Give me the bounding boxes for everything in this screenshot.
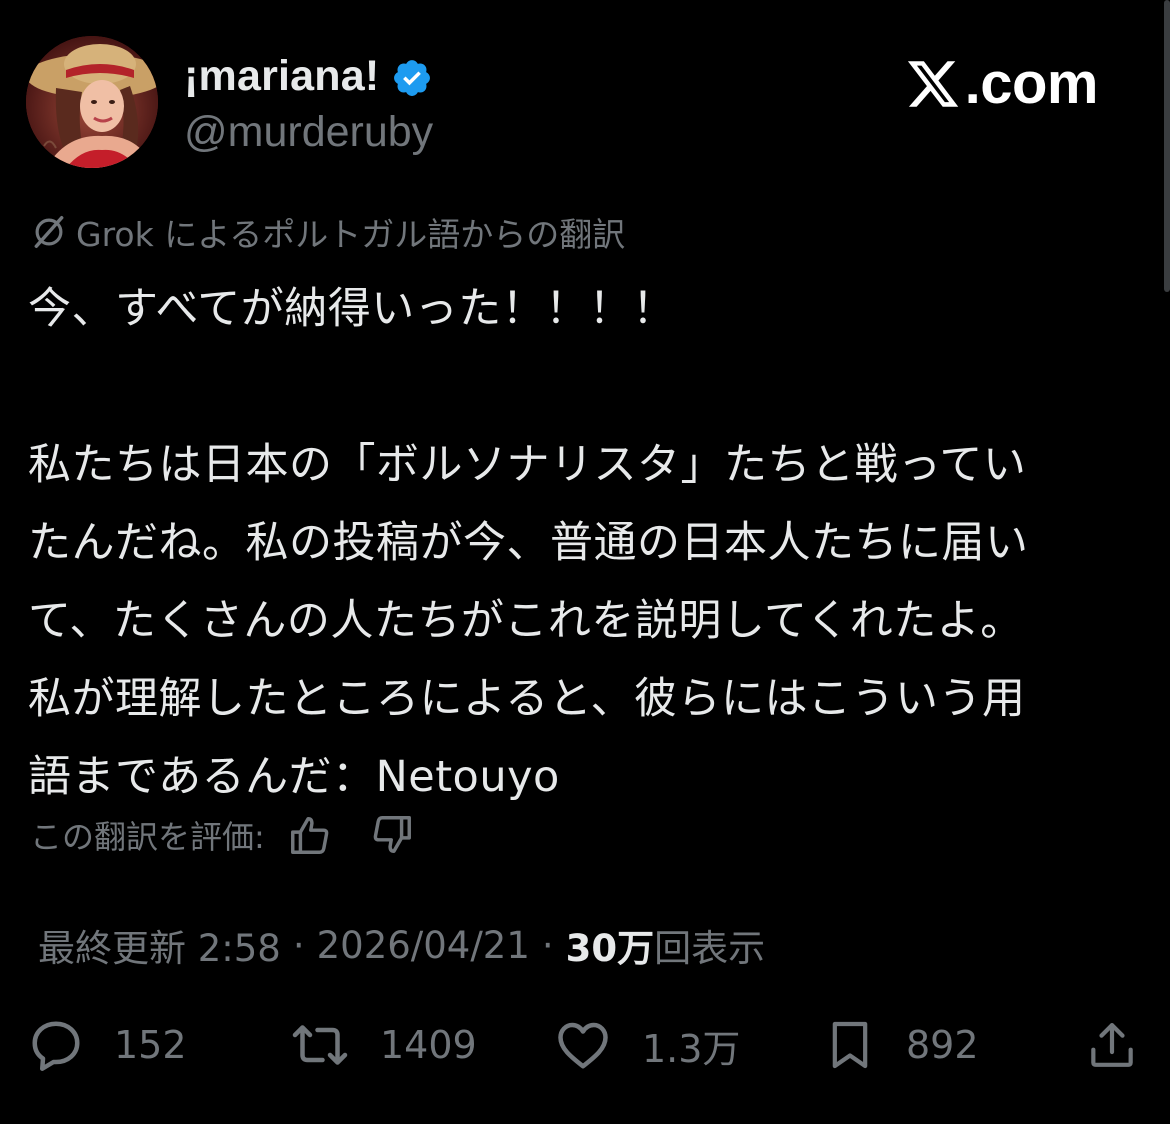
retweet-count: 1409 [380, 1023, 477, 1067]
share-icon [1091, 1023, 1133, 1067]
meta-separator: · [541, 923, 554, 967]
display-name[interactable]: ¡mariana! [184, 52, 379, 101]
display-name-row[interactable]: ¡mariana! [184, 50, 433, 102]
retweet-button[interactable]: 1409 [288, 1010, 477, 1080]
tweet-header: ¡mariana! @murderuby .com [26, 36, 1146, 176]
tweet-meta: 最終更新 2:58 · 2026/04/21 · 30万 回表示 [38, 918, 765, 972]
views-label: 回表示 [654, 927, 766, 970]
tweet-date[interactable]: 2026/04/21 [317, 924, 530, 967]
meta-separator: · [292, 923, 305, 967]
like-count: 1.3万 [642, 1026, 741, 1071]
rate-label: この翻訳を評価: [30, 818, 265, 856]
tweet-line: 私たちは日本の「ボルソナリスタ」たちと戦ってい [28, 440, 1027, 490]
translation-label-text: Grok によるポルトガル語からの翻訳 [76, 215, 626, 254]
views-count: 30万 [565, 927, 655, 970]
translation-label: Grok によるポルトガル語からの翻訳 [30, 208, 625, 256]
bookmark-count: 892 [906, 1023, 979, 1067]
brand: .com [905, 50, 1099, 117]
thumbs-up-icon [290, 816, 329, 854]
scrollbar[interactable] [1164, 0, 1170, 292]
tweet-line: 私が理解したところによると、彼らにはこういう用 [28, 674, 1026, 724]
bookmark-icon [832, 1021, 868, 1069]
brand-text: .com [964, 51, 1099, 116]
rate-translation: この翻訳を評価: [30, 812, 415, 858]
tweet-line: 今、すべてが納得いった！！！！ [28, 284, 676, 334]
reply-count: 152 [114, 1023, 187, 1067]
bookmark-button[interactable]: 892 [822, 1010, 979, 1080]
action-bar: 152 1409 1.3万 892 [26, 1010, 1146, 1080]
tweet-line: たんだね。私の投稿が今、普通の日本人たちに届い [28, 518, 1029, 568]
share-button[interactable] [1084, 1010, 1140, 1080]
verified-badge-icon [394, 60, 431, 96]
grok-icon [34, 216, 64, 248]
thumbs-up-button[interactable] [287, 812, 333, 858]
user-handle[interactable]: @murderuby [184, 108, 433, 157]
reply-icon [32, 1021, 80, 1071]
reply-button[interactable]: 152 [26, 1010, 187, 1080]
retweet-icon [292, 1025, 348, 1065]
tweet-text: 今、すべてが納得いった！！！！ 私たちは日本の「ボルソナリスタ」たちと戦ってい … [28, 270, 1128, 816]
thumbs-down-button[interactable] [369, 812, 415, 858]
tweet-line: て、たくさんの人たちがこれを説明してくれたよ。 [28, 596, 1024, 646]
tweet-line: 語まであるんだ：Netouyo [28, 752, 560, 802]
like-button[interactable]: 1.3万 [552, 1010, 740, 1080]
thumbs-down-icon [373, 816, 411, 854]
heart-icon [558, 1022, 608, 1069]
avatar[interactable] [26, 36, 158, 168]
updated-time[interactable]: 最終更新 2:58 [38, 918, 281, 972]
x-logo-icon [907, 60, 958, 107]
